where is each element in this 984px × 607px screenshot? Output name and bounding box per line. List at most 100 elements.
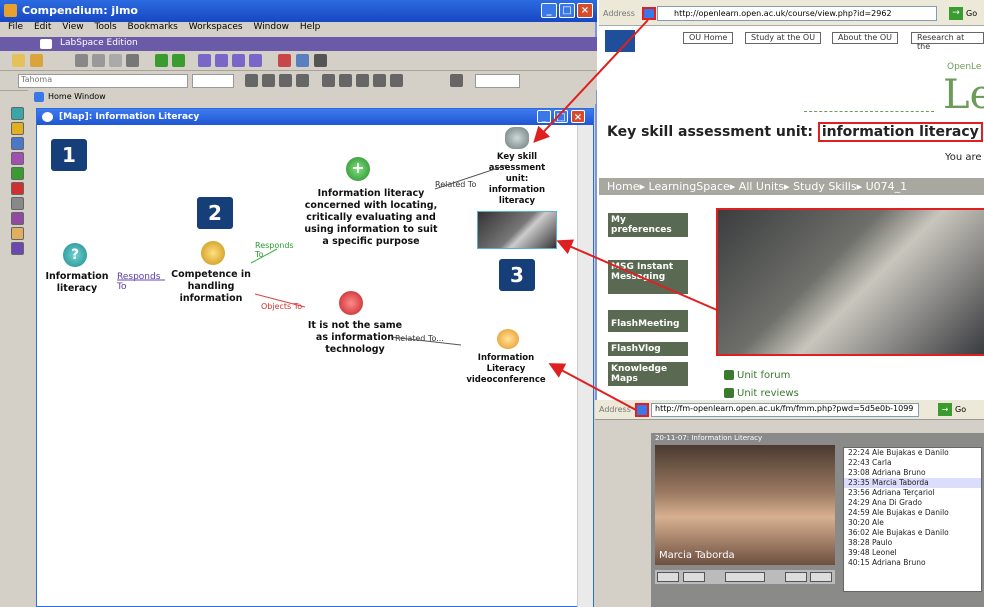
back-button[interactable]	[683, 572, 705, 582]
menu-file[interactable]: File	[8, 22, 23, 32]
participant-row[interactable]: 40:15 Adriana Bruno	[844, 558, 981, 568]
nav-study[interactable]: Study at the OU	[745, 32, 822, 44]
forward-green-icon[interactable]	[155, 54, 168, 67]
side-knowledge-maps[interactable]: Knowledge Maps	[608, 362, 688, 386]
key-skill-thumbnail[interactable]	[477, 211, 557, 249]
idea-node-icon[interactable]	[11, 122, 24, 135]
side-flashmeeting[interactable]: FlashMeeting	[608, 310, 688, 332]
menu-window[interactable]: Window	[253, 22, 289, 32]
map-titlebar[interactable]: [Map]: Information Literacy _ □ ×	[37, 109, 593, 125]
participant-row[interactable]: 23:56 Adriana Terçariol	[844, 488, 981, 498]
map-minimize-button[interactable]: _	[537, 110, 551, 123]
play-icon[interactable]	[249, 54, 262, 67]
participant-row[interactable]: 23:35 Marcia Taborda	[844, 478, 981, 488]
side-msg[interactable]: MSG Instant Messaging	[608, 260, 688, 294]
delete-icon[interactable]	[126, 54, 139, 67]
participant-row[interactable]: 38:28 Paulo	[844, 538, 981, 548]
arrange-1-icon[interactable]	[322, 74, 335, 87]
node-concerned-with[interactable]: Information literacy concerned with loca…	[301, 188, 441, 248]
video-feed[interactable]: Marcia Taborda	[655, 445, 835, 565]
question-node-icon[interactable]	[11, 107, 24, 120]
participant-row[interactable]: 36:02 Ale Bujakas e Danilo	[844, 528, 981, 538]
minimize-button[interactable]: _	[541, 3, 557, 18]
menu-bookmarks[interactable]: Bookmarks	[128, 22, 178, 32]
arrange-4-icon[interactable]	[373, 74, 386, 87]
link-related-to-1[interactable]: Related To	[435, 180, 491, 189]
arrow-left-2-icon[interactable]	[215, 54, 228, 67]
go-button[interactable]: →	[949, 7, 963, 20]
align-center-icon[interactable]	[262, 74, 275, 87]
pro-node-icon[interactable]: +	[346, 157, 370, 181]
note-node-icon[interactable]	[11, 227, 24, 240]
layout-icon[interactable]	[296, 74, 309, 87]
participant-row[interactable]: 22:43 Carla	[844, 458, 981, 468]
arrange-5-icon[interactable]	[390, 74, 403, 87]
participant-row[interactable]: 22:24 Ale Bujakas e Danilo	[844, 448, 981, 458]
menu-workspaces[interactable]: Workspaces	[189, 22, 243, 32]
play-pause-button[interactable]	[725, 572, 765, 582]
align-right-icon[interactable]	[279, 74, 292, 87]
participant-row[interactable]: 23:08 Adriana Bruno	[844, 468, 981, 478]
con-node-icon[interactable]	[11, 182, 24, 195]
participant-row[interactable]: 39:48 Leonel	[844, 548, 981, 558]
forward-button[interactable]	[785, 572, 807, 582]
argument-node-icon[interactable]	[11, 242, 24, 255]
list-icon[interactable]	[450, 74, 463, 87]
reference-node-icon[interactable]	[11, 197, 24, 210]
node-not-same[interactable]: It is not the same as information techno…	[305, 320, 405, 356]
help-pointer-icon[interactable]	[314, 54, 327, 67]
pro-node-icon[interactable]	[11, 167, 24, 180]
map-node-icon[interactable]	[11, 137, 24, 150]
con-node-icon[interactable]	[339, 291, 363, 315]
participant-row[interactable]: 30:20 Ale	[844, 518, 981, 528]
side-flashvlog[interactable]: FlashVlog	[608, 342, 688, 356]
rewind-button[interactable]	[657, 572, 679, 582]
search-icon[interactable]	[296, 54, 309, 67]
unit-forum-link[interactable]: Unit forum	[737, 370, 790, 381]
list-node-icon[interactable]	[11, 152, 24, 165]
unit-reviews-link[interactable]: Unit reviews	[737, 388, 799, 399]
cut-icon[interactable]	[75, 54, 88, 67]
link-responds-to-2[interactable]: Responds To	[255, 241, 303, 259]
back-green-icon[interactable]	[172, 54, 185, 67]
nav-ou-home[interactable]: OU Home	[683, 32, 734, 44]
nav-about[interactable]: About the OU	[832, 32, 899, 44]
node-videoconference[interactable]: Information Literacy videoconference	[461, 353, 551, 386]
participant-row[interactable]: 24:59 Ale Bujakas e Danilo	[844, 508, 981, 518]
size-combo[interactable]	[192, 74, 234, 88]
open-icon[interactable]	[30, 54, 43, 67]
arrow-right-icon[interactable]	[232, 54, 245, 67]
videoconference-node-icon[interactable]	[497, 329, 519, 349]
maximize-button[interactable]: □	[559, 3, 575, 18]
paste-icon[interactable]	[109, 54, 122, 67]
link-responds-to-1[interactable]: Responds To	[117, 272, 167, 292]
node-key-skill[interactable]: Key skill assessment unit: information l…	[482, 152, 552, 207]
menu-tools[interactable]: Tools	[94, 22, 116, 32]
map-close-button[interactable]: ×	[571, 110, 585, 123]
image-icon[interactable]	[278, 54, 291, 67]
decision-node-icon[interactable]	[11, 212, 24, 225]
question-node-icon[interactable]: ?	[63, 243, 87, 267]
link-objects-to[interactable]: Objects To	[261, 302, 321, 311]
side-my-preferences[interactable]: My preferences	[608, 213, 688, 237]
map-vertical-scrollbar[interactable]	[577, 125, 593, 607]
idea-node-icon[interactable]	[201, 241, 225, 265]
compendium-titlebar[interactable]: Compendium: jlmo _ □ ×	[0, 0, 597, 22]
menu-edit[interactable]: Edit	[34, 22, 51, 32]
map-maximize-button[interactable]: □	[554, 110, 568, 123]
main-video-image[interactable]	[716, 208, 984, 356]
fm-url-field[interactable]: http://fm-openlearn.open.ac.uk/fm/fmm.ph…	[651, 403, 919, 417]
arrange-2-icon[interactable]	[339, 74, 352, 87]
fm-go-button[interactable]: →	[938, 403, 952, 416]
menu-view[interactable]: View	[62, 22, 83, 32]
participant-row[interactable]: 24:29 Ana Di Grado	[844, 498, 981, 508]
close-button[interactable]: ×	[577, 3, 593, 18]
copy-icon[interactable]	[92, 54, 105, 67]
folder-icon[interactable]	[12, 54, 25, 67]
url-field[interactable]: http://openlearn.open.ac.uk/course/view.…	[657, 6, 937, 21]
font-combo[interactable]: Tahoma	[18, 74, 188, 88]
menu-help[interactable]: Help	[300, 22, 321, 32]
fast-forward-button[interactable]	[810, 572, 832, 582]
node-competence[interactable]: Competence in handling information	[169, 269, 253, 305]
nav-research[interactable]: Research at the	[911, 32, 984, 51]
